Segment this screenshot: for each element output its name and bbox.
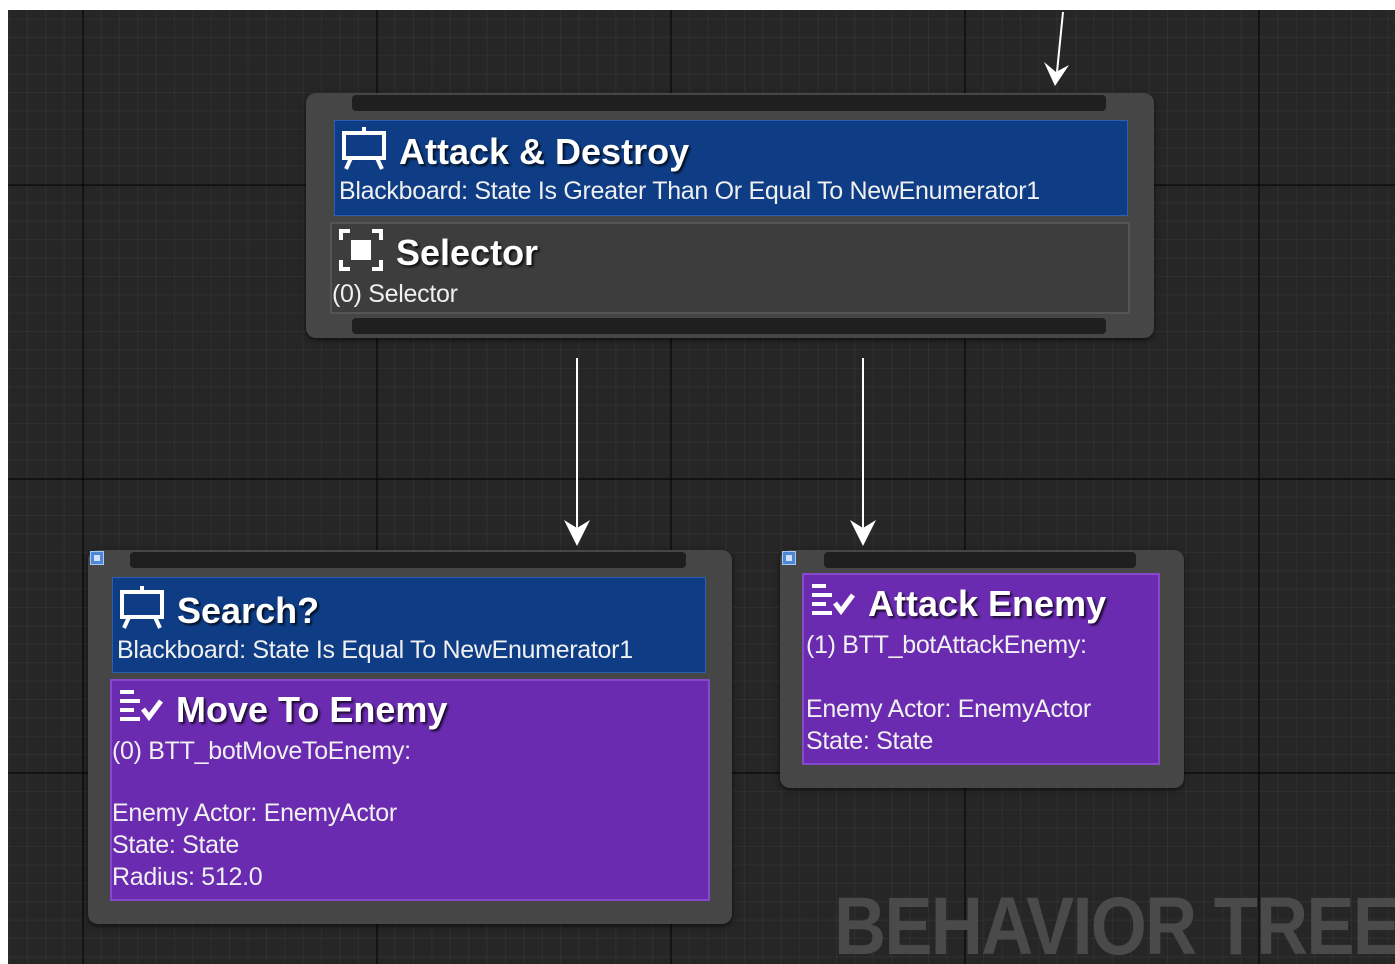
move-to-enemy-node[interactable]: Search? Blackboard: State Is Equal To Ne…: [88, 550, 732, 924]
task-property: Enemy Actor: EnemyActor: [112, 799, 397, 827]
behavior-tree-watermark: BEHAVIOR TREE: [834, 881, 1395, 964]
decorator-attack-destroy[interactable]: Attack & Destroy Blackboard: State Is Gr…: [334, 120, 1128, 216]
output-pin[interactable]: [352, 318, 1106, 334]
task-title: Move To Enemy: [176, 688, 448, 730]
task-property: Radius: 512.0: [112, 863, 263, 891]
attack-enemy-node[interactable]: Attack Enemy (1) BTT_botAttackEnemy: Ene…: [780, 550, 1184, 788]
task-property: State: State: [112, 831, 240, 859]
decorator-search[interactable]: Search? Blackboard: State Is Equal To Ne…: [112, 577, 706, 673]
behavior-tree-graph-canvas[interactable]: Attack & Destroy Blackboard: State Is Gr…: [8, 10, 1395, 964]
decorator-subtitle: Blackboard: State Is Greater Than Or Equ…: [339, 177, 1040, 205]
node-index-badge: [90, 551, 104, 565]
task-attack-enemy[interactable]: Attack Enemy (1) BTT_botAttackEnemy: Ene…: [802, 573, 1160, 765]
decorator-title: Attack & Destroy: [399, 130, 690, 172]
task-property: State: State: [806, 727, 934, 755]
composite-title: Selector: [396, 231, 539, 273]
decorator-title: Search?: [177, 589, 320, 631]
blackboard-decorator-icon: [119, 586, 165, 635]
composite-subtitle: (0) Selector: [332, 280, 458, 308]
task-property: Enemy Actor: EnemyActor: [806, 695, 1091, 723]
task-subtitle: (0) BTT_botMoveToEnemy:: [112, 737, 411, 765]
task-title: Attack Enemy: [868, 582, 1107, 624]
task-subtitle: (1) BTT_botAttackEnemy:: [806, 631, 1087, 659]
task-icon: [118, 687, 164, 732]
node-index-badge: [782, 551, 796, 565]
selector-node[interactable]: Attack & Destroy Blackboard: State Is Gr…: [306, 93, 1154, 338]
task-icon: [810, 581, 856, 626]
input-pin[interactable]: [352, 95, 1106, 111]
blackboard-decorator-icon: [341, 127, 387, 176]
input-pin[interactable]: [130, 552, 686, 568]
input-pin[interactable]: [824, 552, 1136, 568]
decorator-subtitle: Blackboard: State Is Equal To NewEnumera…: [117, 636, 633, 664]
selector-icon: [338, 228, 384, 277]
task-move-to-enemy[interactable]: Move To Enemy (0) BTT_botMoveToEnemy: En…: [110, 679, 710, 901]
selector-composite[interactable]: Selector (0) Selector: [330, 222, 1130, 314]
